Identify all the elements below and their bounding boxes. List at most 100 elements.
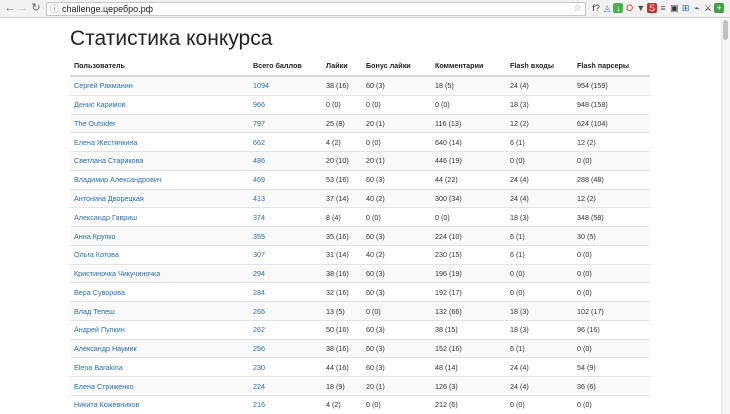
table-cell: Светлана Старикова [70, 151, 249, 171]
score-link[interactable]: 224 [253, 382, 265, 391]
grid-icon[interactable]: ⊞ [681, 3, 691, 13]
font-icon[interactable]: f? [591, 3, 601, 13]
user-link[interactable]: Андрей Пупкин [74, 325, 125, 334]
score-link[interactable]: 230 [253, 363, 265, 372]
score-link[interactable]: 355 [253, 232, 265, 241]
user-link[interactable]: Светлана Старикова [74, 156, 143, 165]
user-link[interactable]: Анна Крупко [74, 232, 116, 241]
table-row: Вера Суворова 284 32 (16) 60 (3) 192 (17) 0 (… [70, 282, 650, 302]
address-bar[interactable]: ⓘ challenge.церебро.рф ☆ [46, 2, 586, 16]
table-cell: 20 (10) [322, 151, 362, 171]
table-row: Никита Кожевников 216 4 (2) 0 (0) 212 (6) 0 (… [70, 395, 650, 414]
table-cell: 20 (1) [362, 113, 431, 133]
s-icon[interactable]: S [647, 3, 657, 13]
table-header-row: Пользователь Всего баллов Лайки Бонус лайки… [70, 55, 650, 77]
table-cell: Сергей Рахманин [70, 75, 249, 96]
table-cell: 486 [249, 151, 322, 171]
table-cell: 8 (4) [322, 207, 362, 227]
table-cell: 230 (15) [431, 244, 506, 265]
table-cell: 4 (2) [322, 132, 362, 152]
back-button[interactable]: ← [4, 2, 16, 14]
score-link[interactable]: 294 [253, 269, 265, 278]
user-link[interactable]: The Outsider [74, 119, 116, 128]
table-cell: 126 (3) [431, 376, 506, 396]
list-icon[interactable]: ≡ [658, 3, 668, 13]
table-cell: 469 [249, 169, 322, 190]
scrollbar-thumb[interactable] [723, 20, 728, 40]
user-link[interactable]: Денис Каримов [74, 100, 125, 109]
score-link[interactable]: 256 [253, 344, 265, 353]
user-link[interactable]: Кристиночка Чикучиночка [74, 269, 160, 278]
table-cell: 624 (104) [573, 113, 650, 133]
user-link[interactable]: Ольга Котова [74, 250, 119, 259]
score-link[interactable]: 662 [253, 138, 265, 147]
table-cell: 307 [249, 244, 322, 265]
score-link[interactable]: 265 [253, 307, 265, 316]
window-icon[interactable]: ▣ [669, 3, 679, 13]
table-cell: 60 (3) [362, 226, 431, 246]
forward-button[interactable]: → [17, 2, 29, 14]
score-link[interactable]: 307 [253, 250, 265, 259]
user-link[interactable]: Вера Суворова [74, 288, 125, 297]
table-cell: 60 (3) [362, 263, 431, 283]
table-cell: Ольга Котова [70, 244, 249, 265]
tool-icon[interactable]: ⌁ [692, 3, 702, 13]
table-cell: 0 (0) [573, 395, 650, 414]
user-link[interactable]: Влад Тепеш [74, 307, 115, 316]
lang-icon[interactable]: ⚔ [703, 3, 713, 13]
ublock-icon[interactable]: ▼ [636, 3, 646, 13]
table-cell: 12 (2) [573, 132, 650, 152]
user-link[interactable]: Elena Barakina [74, 363, 123, 372]
score-link[interactable]: 374 [253, 213, 265, 222]
column-header: Комментарии [431, 55, 506, 77]
score-link[interactable]: 469 [253, 175, 265, 184]
table-cell: 0 (0) [573, 282, 650, 302]
score-link[interactable]: 966 [253, 100, 265, 109]
table-cell: 35 (16) [322, 226, 362, 246]
page-scrollbar[interactable] [721, 18, 730, 414]
table-cell: The Outsider [70, 113, 249, 133]
table-cell: Владимир Александрович [70, 169, 249, 190]
column-header: Лайки [322, 55, 362, 77]
score-link[interactable]: 216 [253, 400, 265, 409]
score-link[interactable]: 486 [253, 156, 265, 165]
bookmark-star-icon[interactable]: ☆ [573, 3, 582, 15]
table-cell: 262 [249, 319, 322, 340]
column-header: Flash парсеры [573, 55, 650, 77]
user-link[interactable]: Елена Жестянкина [74, 138, 137, 147]
user-link[interactable]: Елена Стриженко [74, 382, 133, 391]
table-cell: 966 [249, 94, 322, 115]
plus-icon[interactable]: + [714, 3, 725, 13]
table-cell: Александр Наумик [70, 338, 249, 358]
table-cell: 230 [249, 357, 322, 377]
table-cell: 6 (1) [506, 226, 573, 246]
table-cell: 300 (34) [431, 188, 506, 208]
column-header: Flash входы [506, 55, 573, 77]
table-cell: 60 (3) [362, 169, 431, 190]
drive-icon[interactable]: ◬ [602, 3, 612, 13]
score-link[interactable]: 413 [253, 194, 265, 203]
table-cell: 32 (16) [322, 282, 362, 302]
score-link[interactable]: 797 [253, 119, 265, 128]
score-link[interactable]: 284 [253, 288, 265, 297]
table-cell: 662 [249, 132, 322, 152]
user-link[interactable]: Антонина Дворецкая [74, 194, 144, 203]
user-link[interactable]: Александр Гавриш [74, 213, 137, 222]
user-link[interactable]: Владимир Александрович [74, 175, 162, 184]
reload-button[interactable]: ↻ [30, 2, 42, 14]
table-cell: 12 (2) [573, 188, 650, 208]
user-link[interactable]: Никита Кожевников [74, 400, 139, 409]
info-icon[interactable]: ⓘ [50, 3, 59, 15]
table-cell: 948 (158) [573, 94, 650, 115]
table-cell: 36 (6) [573, 376, 650, 396]
score-link[interactable]: 262 [253, 325, 265, 334]
score-link[interactable]: 1094 [253, 81, 269, 90]
table-cell: 294 [249, 263, 322, 283]
url-text[interactable]: challenge.церебро.рф [62, 3, 153, 15]
user-link[interactable]: Александр Наумик [74, 344, 137, 353]
opera-icon[interactable]: O [625, 3, 635, 13]
table-row: Анна Крупко 355 35 (16) 60 (3) 224 (10) 6 (1)… [70, 226, 650, 246]
download-icon[interactable]: ↓ [613, 3, 624, 13]
table-cell: 40 (2) [362, 244, 431, 265]
user-link[interactable]: Сергей Рахманин [74, 81, 133, 90]
